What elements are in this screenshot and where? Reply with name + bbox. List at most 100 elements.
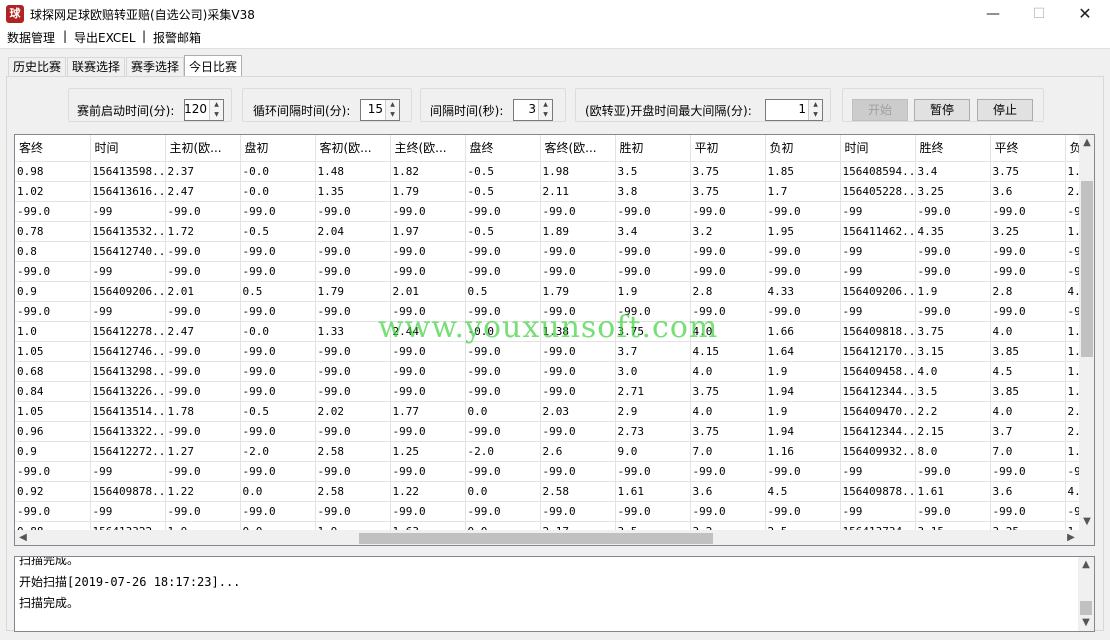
menu-export-excel[interactable]: 导出EXCEL <box>74 29 136 46</box>
table-cell: 3.4 <box>615 221 691 242</box>
column-header[interactable]: 客终 <box>15 135 91 162</box>
table-row[interactable]: 0.92 156409878... 1.22 0.0 2.58 1.22 0.0 2.58 1.… <box>15 481 1079 502</box>
table-cell: -99.0 <box>990 201 1066 222</box>
column-header[interactable]: 客初(欧... <box>315 135 391 162</box>
scroll-down-icon[interactable]: ▼ <box>1078 615 1094 631</box>
column-header[interactable]: 负初 <box>765 135 841 162</box>
table-cell: -99.0 <box>315 381 391 402</box>
table-cell: 1.05 <box>15 341 91 362</box>
table-row[interactable]: 1.05 156412746... -99.0 -99.0 -99.0 -99.0 -99.… <box>15 341 1079 362</box>
scrollbar-corner <box>1079 530 1094 545</box>
table-row[interactable]: -99.0 -99 -99.0 -99.0 -99.0 -99.0 -99.0 -99.0 -9… <box>15 501 1079 522</box>
table-row[interactable]: -99.0 -99 -99.0 -99.0 -99.0 -99.0 -99.0 -99.0 -9… <box>15 201 1079 222</box>
table-cell: 4.5 <box>990 361 1066 382</box>
table-cell: -9 <box>1065 501 1079 522</box>
column-header[interactable]: 平终 <box>990 135 1066 162</box>
column-header[interactable]: 时间 <box>90 135 166 162</box>
scroll-up-icon[interactable]: ▲ <box>1079 135 1094 151</box>
interval-spinner[interactable]: 3 ▲ ▼ <box>513 99 553 121</box>
table-row[interactable]: -99.0 -99 -99.0 -99.0 -99.0 -99.0 -99.0 -99.0 -9… <box>15 461 1079 482</box>
stop-button[interactable]: 停止 <box>977 99 1033 121</box>
spin-up-icon[interactable]: ▲ <box>386 100 399 110</box>
table-cell: -99.0 <box>165 341 241 362</box>
match-data-grid[interactable]: 客终 时间 主初(欧... 盘初 客初(欧... 主终(欧... 盘终 客终(欧... 胜初 平初… <box>14 134 1095 546</box>
table-row[interactable]: 0.88156413322...1.90.01.91.630.02.173.53… <box>15 521 1079 530</box>
column-header[interactable]: 胜终 <box>915 135 991 162</box>
table-cell: 3.7 <box>990 421 1066 442</box>
grid-horizontal-scrollbar[interactable]: ◀ ▶ <box>15 530 1079 545</box>
table-cell: 156412272... <box>90 441 166 462</box>
table-body: 0.98 156413598... 2.37 -0.0 1.48 1.82 -0.5 1.98… <box>15 161 1079 530</box>
scroll-right-icon[interactable]: ▶ <box>1063 530 1079 545</box>
table-cell: 1.9 <box>765 361 841 382</box>
pause-button[interactable]: 暂停 <box>914 99 970 121</box>
spin-down-icon[interactable]: ▼ <box>539 110 552 120</box>
table-row[interactable]: 1.0 156412278... 2.47 -0.0 1.33 2.44 -0.0 1.38 3… <box>15 321 1079 342</box>
table-row[interactable]: 0.8 156412740... -99.0 -99.0 -99.0 -99.0 -99.0… <box>15 241 1079 262</box>
log-vertical-scrollbar[interactable]: ▲ ▼ <box>1078 557 1094 631</box>
table-cell: -99.0 <box>315 301 391 322</box>
column-header[interactable]: 时间 <box>840 135 916 162</box>
table-cell: 1. <box>1065 381 1079 402</box>
table-row[interactable]: 0.9 156412272... 1.27 -2.0 2.58 1.25 -2.0 2.6 9.… <box>15 441 1079 462</box>
column-header[interactable]: 平初 <box>690 135 766 162</box>
spin-up-icon[interactable]: ▲ <box>809 100 822 110</box>
tab-today-matches[interactable]: 今日比赛 <box>184 55 243 77</box>
table-cell: -99.0 <box>540 301 616 322</box>
column-header[interactable]: 盘终 <box>465 135 541 162</box>
table-cell: 2.58 <box>315 441 391 462</box>
tab-season-select[interactable]: 赛季选择 <box>126 57 185 77</box>
table-row[interactable]: 0.68 156413298... -99.0 -99.0 -99.0 -99.0 -99.… <box>15 361 1079 382</box>
grid-vertical-scrollbar[interactable]: ▲ ▼ <box>1079 135 1094 530</box>
scroll-up-icon[interactable]: ▲ <box>1078 557 1094 573</box>
table-cell: 156412344... <box>840 381 916 402</box>
table-row[interactable]: -99.0 -99 -99.0 -99.0 -99.0 -99.0 -99.0 -99.0 -9… <box>15 261 1079 282</box>
table-cell: 1.95 <box>765 221 841 242</box>
minimize-button[interactable]: — <box>970 0 1016 28</box>
table-row[interactable]: 0.9 156409206... 2.01 0.5 1.79 2.01 0.5 1.79 1.9… <box>15 281 1079 302</box>
grid-hscroll-thumb[interactable] <box>359 533 713 544</box>
table-row[interactable]: 0.78 156413532... 1.72 -0.5 2.04 1.97 -0.5 1.89… <box>15 221 1079 242</box>
table-cell: 3.5 <box>615 161 691 182</box>
grid-vscroll-thumb[interactable] <box>1081 181 1093 357</box>
loop-value: 15 <box>367 102 383 116</box>
max-gap-spinner[interactable]: 1 ▲ ▼ <box>765 99 823 121</box>
spin-down-icon[interactable]: ▼ <box>210 110 223 120</box>
close-button[interactable]: ✕ <box>1062 0 1108 28</box>
pre-start-spinner[interactable]: 120 ▲ ▼ <box>184 99 224 121</box>
log-vscroll-thumb[interactable] <box>1080 601 1092 615</box>
loop-spinner[interactable]: 15 ▲ ▼ <box>360 99 400 121</box>
spin-down-icon[interactable]: ▼ <box>386 110 399 120</box>
column-header[interactable]: 客终(欧... <box>540 135 616 162</box>
table-cell: 3.0 <box>615 361 691 382</box>
menu-data-management[interactable]: 数据管理 <box>7 29 55 46</box>
tab-league-select[interactable]: 联赛选择 <box>67 57 126 77</box>
log-textbox[interactable]: 扫描完成。 开始扫描[2019-07-26 18:17:23]... 扫描完成。… <box>14 556 1095 632</box>
column-header[interactable]: 盘初 <box>240 135 316 162</box>
tab-history-matches[interactable]: 历史比赛 <box>8 57 67 77</box>
menu-alert-email[interactable]: 报警邮箱 <box>153 29 201 46</box>
maximize-button[interactable]: ☐ <box>1016 0 1062 28</box>
spin-up-icon[interactable]: ▲ <box>210 100 223 110</box>
table-cell: 3.5 <box>615 521 691 530</box>
table-cell: 3.75 <box>990 161 1066 182</box>
column-header[interactable]: 负 <box>1065 135 1079 162</box>
scroll-left-icon[interactable]: ◀ <box>15 530 31 545</box>
table-row[interactable]: 1.05 156413514... 1.78 -0.5 2.02 1.77 0.0 2.03 2… <box>15 401 1079 422</box>
table-row[interactable]: 0.84 156413226... -99.0 -99.0 -99.0 -99.0 -99.… <box>15 381 1079 402</box>
table-row[interactable]: 0.96 156413322... -99.0 -99.0 -99.0 -99.0 -99.… <box>15 421 1079 442</box>
table-row[interactable]: -99.0 -99 -99.0 -99.0 -99.0 -99.0 -99.0 -99.0 -9… <box>15 301 1079 322</box>
spin-down-icon[interactable]: ▼ <box>809 110 822 120</box>
table-cell: -99.0 <box>465 261 541 282</box>
table-cell: 3.25 <box>990 221 1066 242</box>
column-header[interactable]: 主终(欧... <box>390 135 466 162</box>
table-row[interactable]: 0.98 156413598... 2.37 -0.0 1.48 1.82 -0.5 1.98… <box>15 161 1079 182</box>
spin-up-icon[interactable]: ▲ <box>539 100 552 110</box>
table-cell: -0.5 <box>465 161 541 182</box>
table-cell: 156412170... <box>840 341 916 362</box>
start-button[interactable]: 开始 <box>852 99 908 121</box>
column-header[interactable]: 胜初 <box>615 135 691 162</box>
column-header[interactable]: 主初(欧... <box>165 135 241 162</box>
table-row[interactable]: 1.02 156413616... 2.47 -0.0 1.35 1.79 -0.5 2.11… <box>15 181 1079 202</box>
scroll-down-icon[interactable]: ▼ <box>1079 514 1094 530</box>
